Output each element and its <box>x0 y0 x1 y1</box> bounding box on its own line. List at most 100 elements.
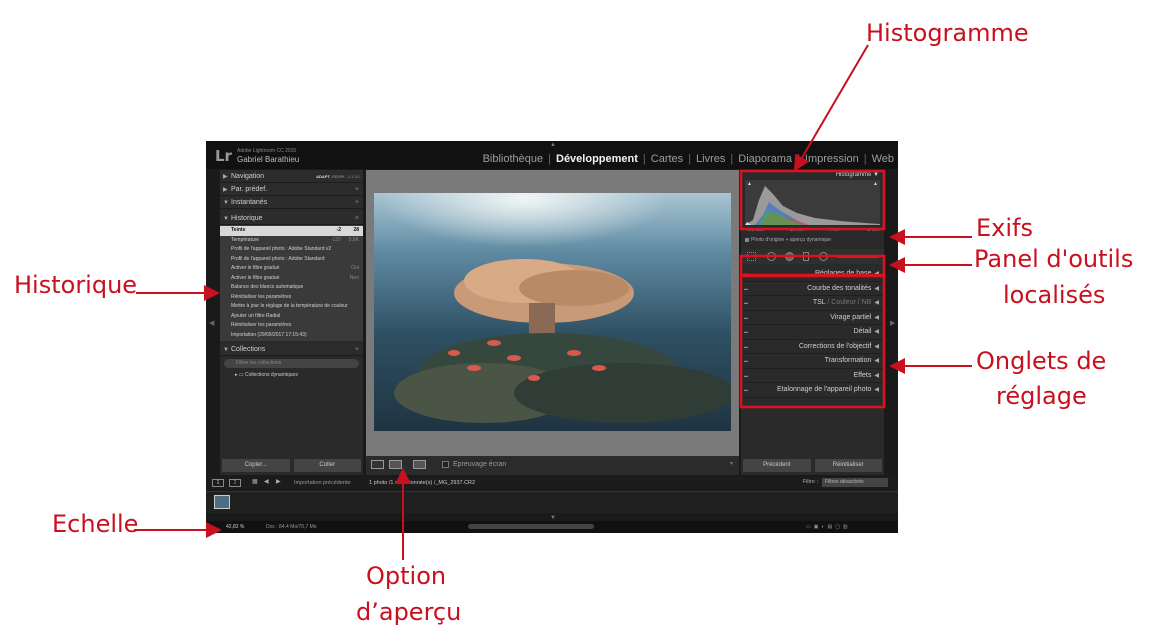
title-bar: Lr Adobe Lightroom CC 2015 Gabriel Barat… <box>206 141 898 169</box>
add-snapshot-icon[interactable]: + <box>355 196 359 209</box>
back-arrow-icon[interactable]: ◀ <box>264 478 269 485</box>
loupe-view-icon[interactable] <box>371 460 384 469</box>
left-buttons: Copier... Coller <box>220 459 363 475</box>
status-bar: 42,82 % Doc : 84,4 Mo/70,7 Mo ▭▣◐▤▢▥ <box>206 521 898 533</box>
history-header[interactable]: ▼ Historique × <box>220 212 363 225</box>
lightroom-logo: Lr <box>215 147 232 165</box>
right-collapse-icon[interactable]: ▶ <box>890 319 895 327</box>
history-item[interactable]: Ajouter un filtre Radial <box>220 312 363 322</box>
tab-effets[interactable]: Effets◀ <box>741 369 884 383</box>
user-name: Gabriel Barathieu <box>237 155 300 164</box>
preview-toolbar: Epreuvage écran ▾ <box>366 456 739 475</box>
history-item[interactable]: Activer le filtre gradué Oui <box>220 264 363 274</box>
grid-icon[interactable]: ▦ <box>252 478 258 485</box>
left-collapse-icon[interactable]: ◀ <box>209 319 214 327</box>
copy-button[interactable]: Copier... <box>222 459 290 472</box>
tab-tsl[interactable]: TSL / Couleur / NB◀ <box>741 296 884 311</box>
previous-button[interactable]: Précédent <box>743 459 811 472</box>
module-impression[interactable]: Impression <box>805 153 859 165</box>
collapse-icon: ▼ <box>223 347 229 353</box>
collections-search-input[interactable]: Filtrer les collections <box>224 359 359 368</box>
collection-smart-collections[interactable]: ▸ ▭ Collections dynamiques <box>220 371 363 380</box>
collections-header[interactable]: ▼ Collections + <box>220 343 363 356</box>
add-collection-icon[interactable]: + <box>355 343 359 356</box>
lightroom-window: Lr Adobe Lightroom CC 2015 Gabriel Barat… <box>206 141 898 533</box>
red-eye-icon[interactable] <box>785 252 794 261</box>
filmstrip-selection[interactable]: 1 photo /1 sélectionnée(s) /_MG_2937.CR2 <box>369 480 475 486</box>
photo-preview[interactable] <box>374 193 731 431</box>
history-item[interactable]: Profil de l'appareil photo : Adobe Stand… <box>220 255 363 265</box>
filter-select[interactable]: Filtres désactivés <box>822 478 888 487</box>
soft-proof-checkbox[interactable] <box>442 461 449 468</box>
history-item[interactable]: Mettre à jour le réglage de la températu… <box>220 302 363 312</box>
tab-reglages-de-base[interactable]: Réglages de base◀ <box>741 267 884 282</box>
local-tools-panel <box>741 249 884 264</box>
forward-arrow-icon[interactable]: ▶ <box>276 478 281 485</box>
presets-header[interactable]: ▶ Par. prédef. + <box>220 183 363 196</box>
left-panel: ▶ Navigation ADAPT. REMPL. 1:1 3:1 ▶ Par. … <box>220 170 363 475</box>
history-item[interactable]: Balance des blancs automatique <box>220 283 363 293</box>
add-preset-icon[interactable]: + <box>355 183 359 196</box>
navigation-zoom-modes[interactable]: ADAPT. REMPL. 1:1 3:1 <box>316 170 360 183</box>
status-tool-icons[interactable]: ▭▣◐▤▢▥ <box>806 524 851 530</box>
preview-area <box>366 170 739 456</box>
tab-detail[interactable]: Détail◀ <box>741 325 884 340</box>
annotation-panel-outils-line1: Panel d'outils <box>974 245 1134 273</box>
history-item[interactable]: Importation (29/09/2017 17:15:43) <box>220 331 363 341</box>
page-2-button[interactable]: 2 <box>229 479 241 487</box>
history-item[interactable]: Réinitialiser les paramètres <box>220 321 363 331</box>
right-panel: Histogramme ▼ ▲ ▲ ISO 100 16 mm f / 14 1… <box>741 170 884 475</box>
annotation-exifs: Exifs <box>976 214 1033 242</box>
yy-view-icon[interactable] <box>413 460 426 469</box>
exif-info: ISO 100 16 mm f / 14 1/ sec <box>747 227 880 232</box>
clear-history-icon[interactable]: × <box>355 212 359 225</box>
tab-courbe-des-tonalites[interactable]: Courbe des tonalités◀ <box>741 282 884 296</box>
annotation-panel-outils-line2: localisés <box>1003 281 1106 309</box>
module-livres[interactable]: Livres <box>696 153 725 165</box>
histogram[interactable]: ▲ ▲ <box>745 180 880 225</box>
module-bibliotheque[interactable]: Bibliothèque <box>483 153 544 165</box>
radial-filter-icon[interactable] <box>819 252 828 261</box>
history-item[interactable]: Profil de l'appareil photo : Adobe Stand… <box>220 245 363 255</box>
collapse-top-icon[interactable]: ▲ <box>550 142 556 148</box>
paste-button[interactable]: Coller <box>293 459 361 472</box>
module-developpement[interactable]: Développement <box>556 153 638 165</box>
toolbar-menu-icon[interactable]: ▾ <box>730 460 733 467</box>
tab-etalonnage[interactable]: Etalonnage de l'appareil photo◀ <box>741 383 884 398</box>
snapshots-header[interactable]: ▼ Instantanés + <box>220 196 363 209</box>
filmstrip-source[interactable]: Importation précédente <box>294 480 351 486</box>
histogram-header[interactable]: Histogramme ▼ <box>741 170 884 180</box>
filter-label: Filtre : <box>802 479 818 485</box>
reset-button[interactable]: Réinitialiser <box>814 459 882 472</box>
filmstrip-thumbnail[interactable] <box>214 495 230 509</box>
zoom-scale[interactable]: 42,82 % <box>226 524 244 530</box>
graduated-filter-icon[interactable] <box>803 252 809 261</box>
right-buttons: Précédent Réinitialiser <box>741 459 884 475</box>
spot-removal-icon[interactable] <box>767 252 776 261</box>
module-web[interactable]: Web <box>872 153 894 165</box>
history-item[interactable]: Teinte -2 28 <box>220 226 363 236</box>
shadow-clipping-icon[interactable]: ▲ <box>747 181 752 187</box>
history-item[interactable]: Réinitialiser les paramètres <box>220 293 363 303</box>
app-version: Adobe Lightroom CC 2015 <box>237 148 297 154</box>
history-item[interactable]: Activer le filtre gradué Non <box>220 274 363 284</box>
module-cartes[interactable]: Cartes <box>651 153 683 165</box>
adjustment-brush-slider[interactable] <box>837 255 879 258</box>
annotation-onglets-line1: Onglets de <box>976 347 1107 375</box>
filmstrip <box>206 491 898 513</box>
module-diaporama[interactable]: Diaporama <box>738 153 792 165</box>
annotation-option-line1: Option <box>366 562 447 590</box>
annotation-option-line2: d’aperçu <box>356 598 462 626</box>
tab-corrections-objectif[interactable]: Corrections de l'objectif◀ <box>741 340 884 354</box>
page-1-button[interactable]: 1 <box>212 479 224 487</box>
tab-virage-partiel[interactable]: Virage partiel◀ <box>741 311 884 325</box>
highlight-clipping-icon[interactable]: ▲ <box>873 181 878 187</box>
horizontal-scrollbar[interactable] <box>468 524 594 529</box>
soft-proof-label: Epreuvage écran <box>453 461 507 468</box>
history-item[interactable]: Température -137 5,8K <box>220 236 363 246</box>
tab-transformation[interactable]: Transformation◀ <box>741 354 884 369</box>
before-after-icon[interactable] <box>389 460 402 469</box>
annotation-echelle: Echelle <box>52 510 139 538</box>
crop-tool-icon[interactable] <box>747 252 756 261</box>
navigation-header[interactable]: ▶ Navigation ADAPT. REMPL. 1:1 3:1 <box>220 170 363 183</box>
